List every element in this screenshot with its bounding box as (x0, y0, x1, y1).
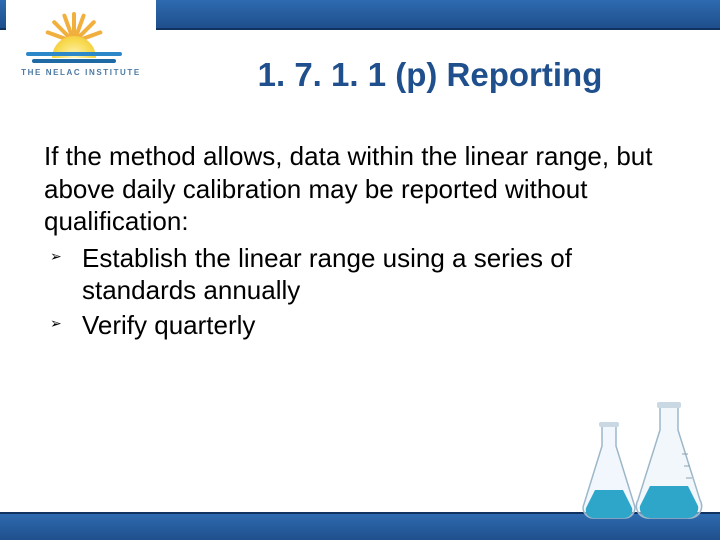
slide-body: If the method allows, data within the li… (44, 140, 676, 341)
water-line-icon (32, 59, 116, 63)
list-item: Verify quarterly (44, 309, 676, 342)
slide: THE NELAC INSTITUTE 1. 7. 1. 1 (p) Repor… (0, 0, 720, 540)
list-item: Establish the linear range using a serie… (44, 242, 676, 307)
bullet-list: Establish the linear range using a serie… (44, 242, 676, 342)
list-item-text: Establish the linear range using a serie… (82, 243, 572, 306)
water-line-icon (26, 52, 122, 56)
logo-text: THE NELAC INSTITUTE (12, 68, 150, 77)
sun-icon (36, 2, 112, 58)
flask-icon (630, 400, 708, 530)
nelac-logo: THE NELAC INSTITUTE (6, 0, 156, 91)
list-item-text: Verify quarterly (82, 310, 255, 340)
intro-paragraph: If the method allows, data within the li… (44, 140, 676, 238)
slide-title: 1. 7. 1. 1 (p) Reporting (170, 56, 690, 94)
flask-decor (564, 394, 714, 534)
